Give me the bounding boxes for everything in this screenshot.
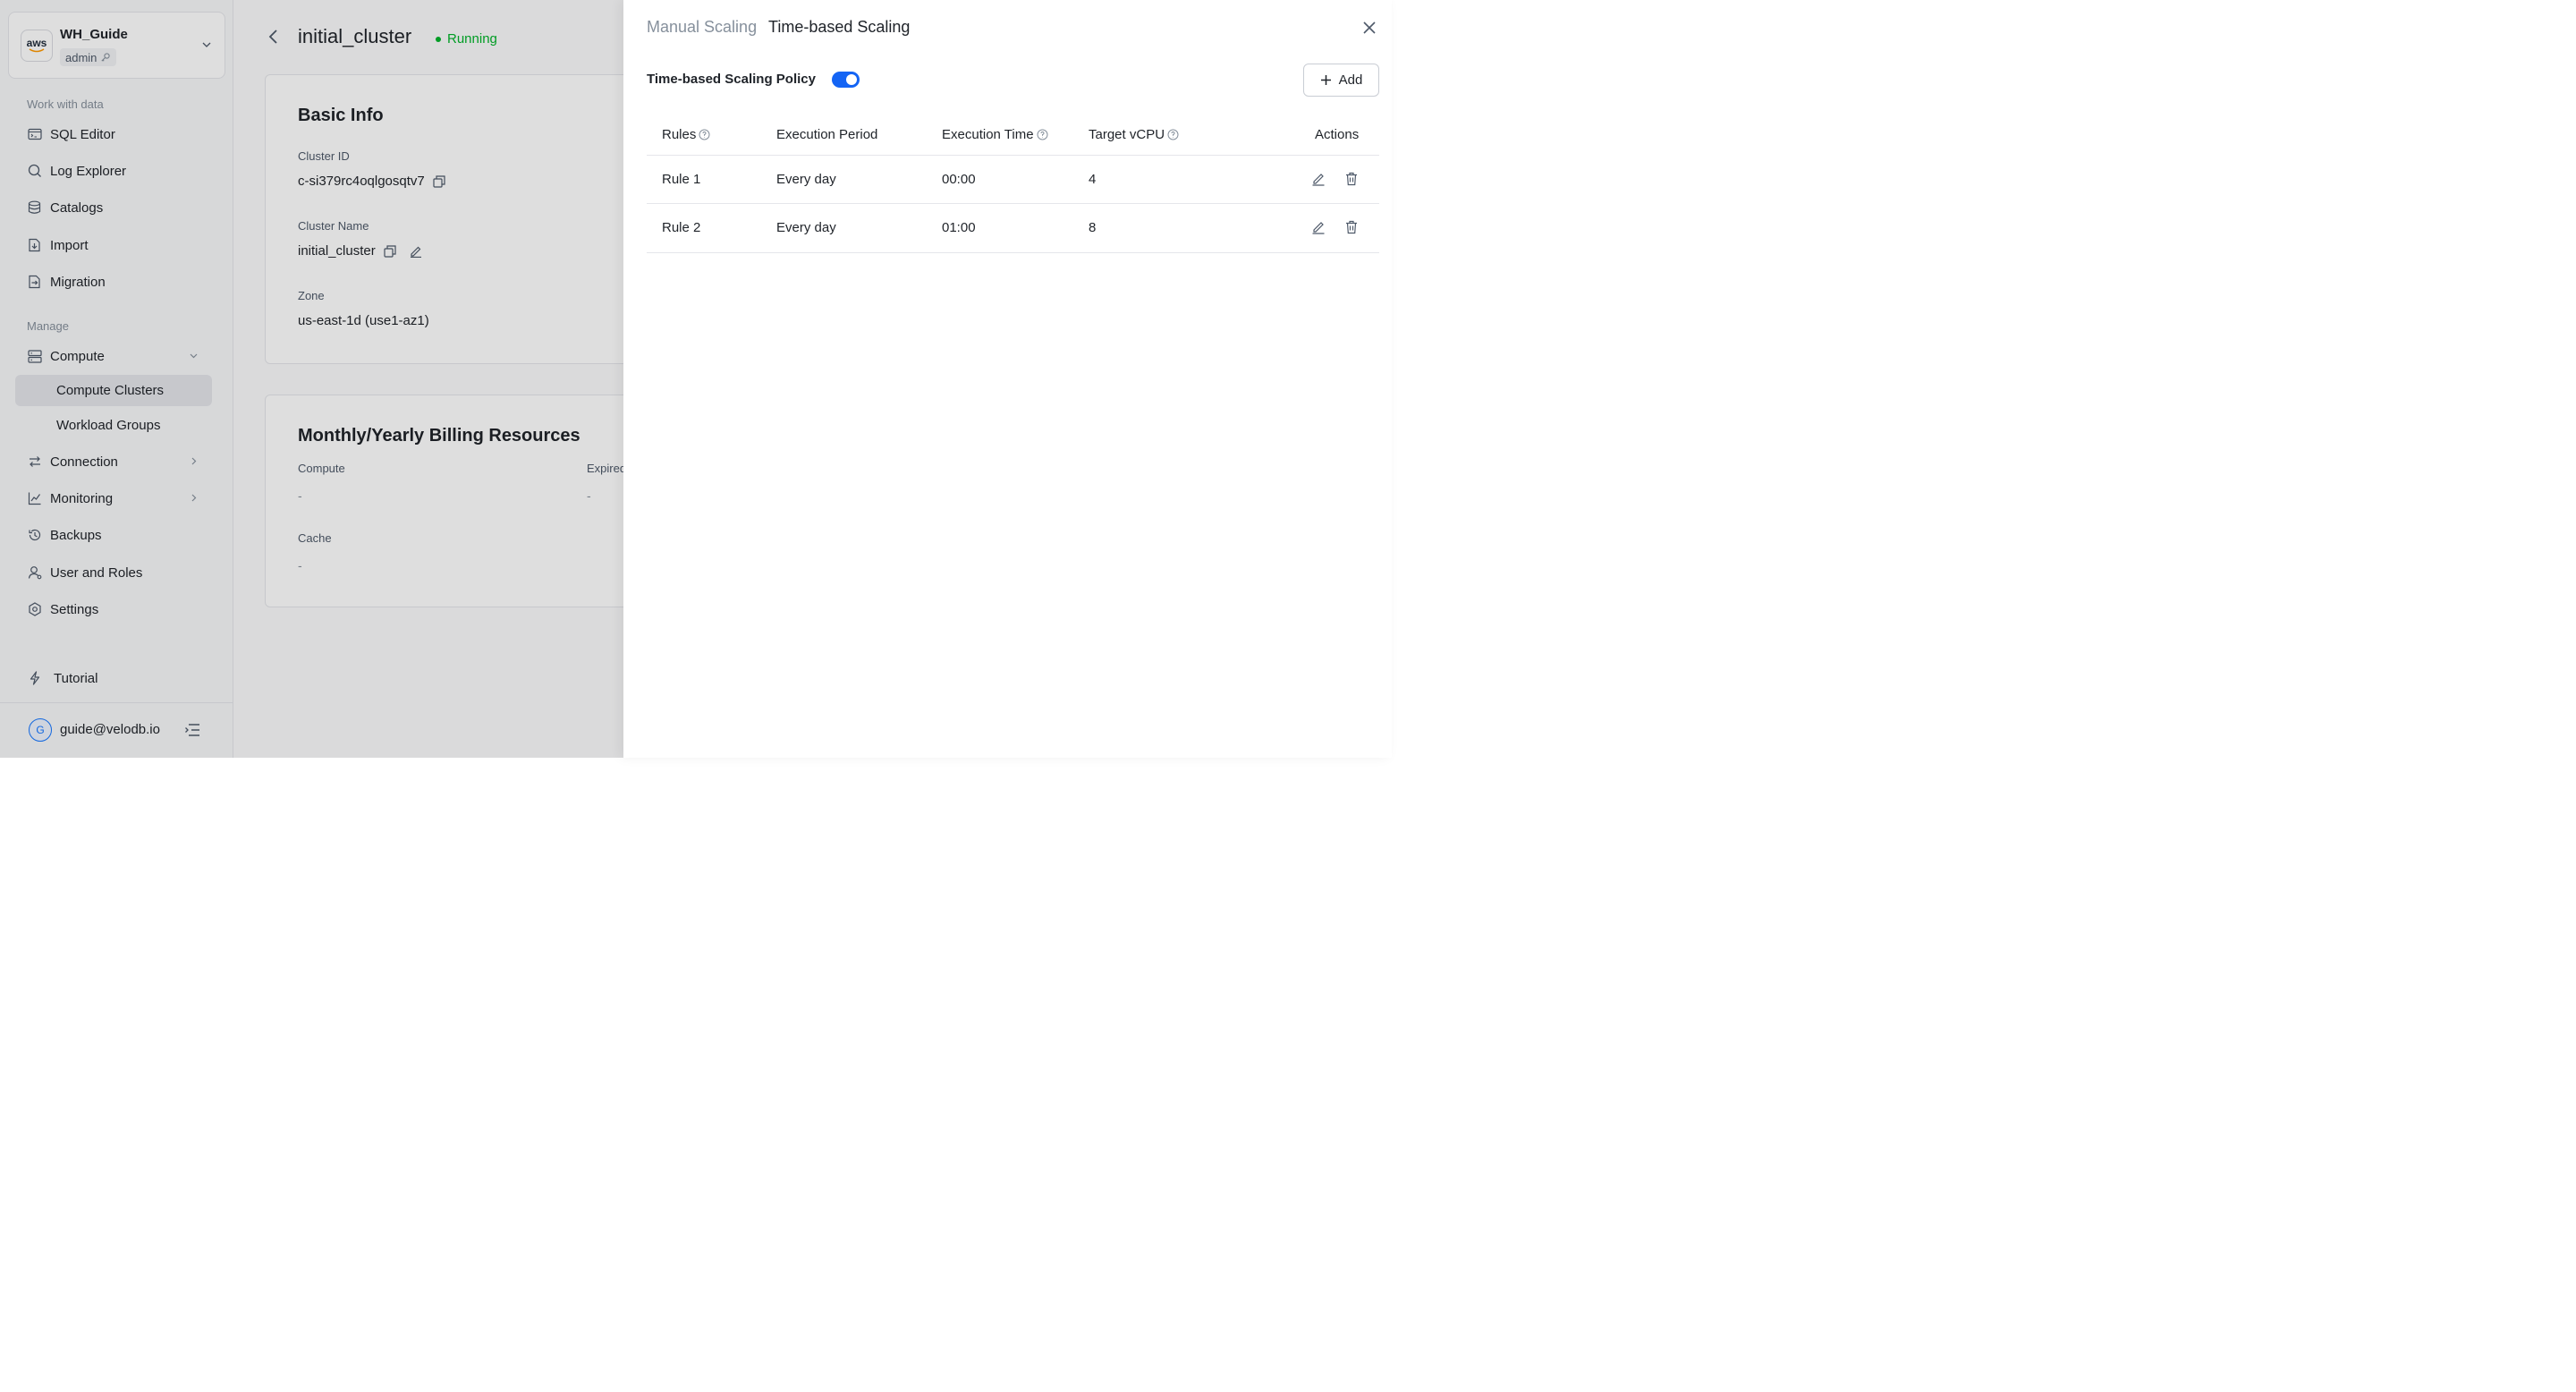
- edit-icon[interactable]: [1311, 172, 1326, 186]
- divider: [647, 155, 1379, 156]
- tab-manual-scaling[interactable]: Manual Scaling: [647, 18, 757, 37]
- divider: [647, 252, 1379, 253]
- target-vcpu: 4: [1089, 172, 1097, 187]
- divider: [647, 203, 1379, 204]
- help-icon[interactable]: [1037, 129, 1048, 140]
- column-header-execution-time: Execution Time: [942, 127, 1048, 142]
- scaling-drawer: Manual Scaling Time-based Scaling Time-b…: [623, 0, 1392, 758]
- target-vcpu: 8: [1089, 220, 1097, 235]
- execution-time: 00:00: [942, 172, 976, 187]
- column-header-execution-period: Execution Period: [776, 127, 878, 142]
- modal-overlay[interactable]: [0, 0, 623, 758]
- execution-period: Every day: [776, 172, 836, 187]
- column-header-actions: Actions: [1315, 127, 1360, 142]
- rule-name: Rule 1: [662, 172, 701, 187]
- policy-toggle[interactable]: [832, 72, 860, 88]
- plus-icon: [1320, 74, 1332, 86]
- trash-icon[interactable]: [1344, 172, 1359, 186]
- help-icon[interactable]: [1167, 129, 1179, 140]
- execution-time: 01:00: [942, 220, 976, 235]
- help-icon[interactable]: [699, 129, 710, 140]
- column-header-target-vcpu: Target vCPU: [1089, 127, 1179, 142]
- column-header-rules: Rules: [662, 127, 710, 142]
- edit-icon[interactable]: [1311, 220, 1326, 234]
- policy-label: Time-based Scaling Policy: [647, 72, 816, 87]
- trash-icon[interactable]: [1344, 220, 1359, 234]
- rule-name: Rule 2: [662, 220, 701, 235]
- tab-time-based-scaling[interactable]: Time-based Scaling: [768, 18, 910, 37]
- toggle-knob: [846, 74, 857, 85]
- close-icon[interactable]: [1362, 21, 1377, 35]
- add-button[interactable]: Add: [1303, 64, 1379, 97]
- execution-period: Every day: [776, 220, 836, 235]
